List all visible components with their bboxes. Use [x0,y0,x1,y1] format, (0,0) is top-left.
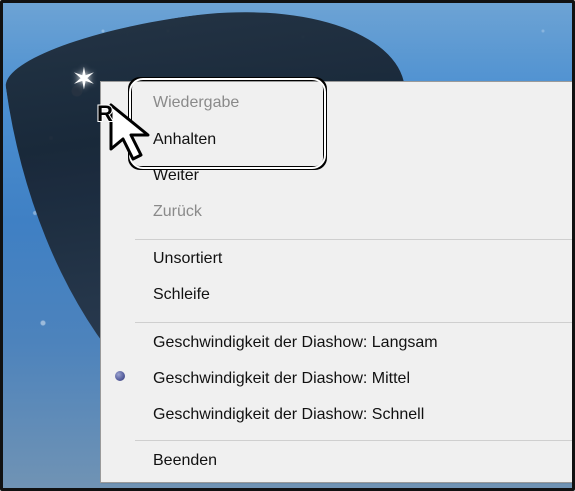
radio-dot-icon [115,371,125,381]
cursor-letter: R [97,101,113,126]
menu-separator [135,239,572,240]
menu-item-beenden[interactable]: Beenden [153,451,217,471]
menu-item-speed-mittel[interactable]: Geschwindigkeit der Diashow: Mittel [153,369,410,389]
menu-item-zurueck: Zurück [153,203,202,220]
menu-item-unsortiert[interactable]: Unsortiert [153,249,222,269]
menu-separator [135,440,572,441]
menu-item-speed-schnell[interactable]: Geschwindigkeit der Diashow: Schnell [153,405,424,425]
screenshot-frame: ✶ Wiedergabe Anhalten Weiter Zurück Unso… [0,0,575,491]
menu-separator [135,322,572,323]
mouse-pointer-icon: R [96,100,150,161]
menu-item-schleife[interactable]: Schleife [153,285,210,305]
menu-item-speed-langsam[interactable]: Geschwindigkeit der Diashow: Langsam [153,333,438,353]
click-sparkle-icon: ✶ [71,63,97,96]
